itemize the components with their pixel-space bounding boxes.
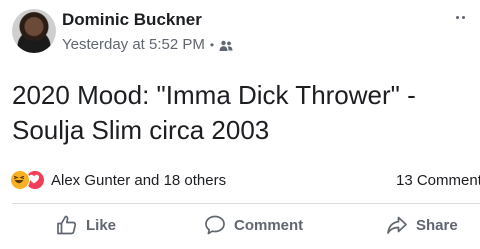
comment-label: Comment [234,216,304,234]
haha-reaction-icon [10,170,30,190]
share-button[interactable]: Share [386,214,458,236]
thumbs-up-icon [57,215,77,235]
share-arrow-icon [387,216,407,234]
post-timestamp[interactable]: Yesterday at 5:52 PM [62,36,205,53]
more-dots-icon [455,16,459,19]
more-options-button[interactable] [450,8,470,26]
post-meta: Yesterday at 5:52 PM • [62,36,233,53]
comment-bubble-icon [205,215,225,235]
like-button[interactable]: Like [56,214,116,236]
author-avatar[interactable] [12,9,56,53]
comment-button[interactable]: Comment [204,214,303,236]
like-label: Like [86,216,117,234]
comment-count[interactable]: 13 Comments [396,172,480,189]
post-text: 2020 Mood: "Imma Dick Thrower" - Soulja … [12,80,416,145]
meta-separator: • [209,37,215,52]
post-actions-bar: Like Comment Share [0,204,480,249]
post-card: Dominic Buckner Yesterday at 5:52 PM • 2… [0,0,480,249]
reactions-summary[interactable]: Alex Gunter and 18 others [10,170,226,190]
author-name[interactable]: Dominic Buckner [62,10,202,30]
friends-icon[interactable] [219,39,233,51]
share-label: Share [416,216,458,234]
reaction-names[interactable]: Alex Gunter and 18 others [51,172,226,189]
